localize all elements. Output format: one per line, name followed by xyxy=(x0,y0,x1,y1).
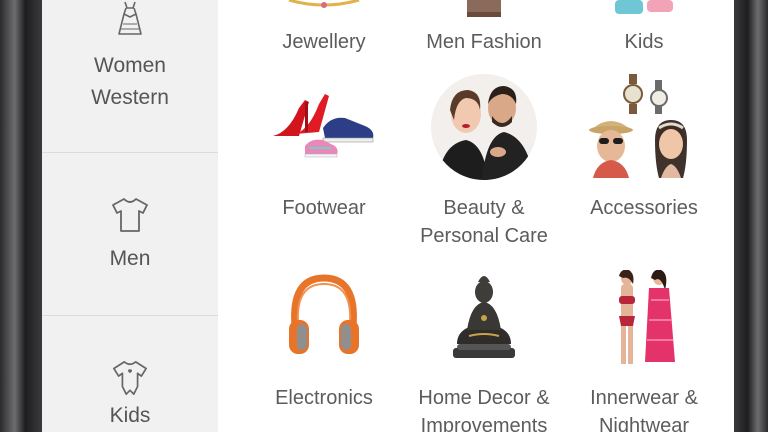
sidebar-item-label: Men xyxy=(109,247,151,270)
app-screen: Women Western Men Kids Jewellery Men Fas… xyxy=(42,0,734,432)
category-kids[interactable]: Kids xyxy=(558,0,730,60)
innerwear-image xyxy=(619,270,675,364)
category-label: Beauty & Personal Care xyxy=(420,197,548,247)
category-label: Kids xyxy=(624,31,664,53)
phone-bezel-left xyxy=(0,0,42,432)
onesie-icon xyxy=(113,361,147,395)
kids-image xyxy=(615,0,673,14)
category-label: Innerwear & Nightwear xyxy=(590,387,698,432)
category-home-decor[interactable]: Home Decor & Improvements xyxy=(398,270,570,432)
men-fashion-image xyxy=(467,0,501,17)
category-label: Accessories xyxy=(590,197,698,219)
headphones-image xyxy=(289,274,359,354)
sidebar-item-kids[interactable]: Kids xyxy=(42,316,218,432)
category-label: Men Fashion xyxy=(426,31,542,53)
footwear-image xyxy=(273,94,374,158)
sidebar-item-label: Kids xyxy=(109,404,151,427)
category-innerwear-nightwear[interactable]: Innerwear & Nightwear xyxy=(558,270,730,432)
phone-bezel-right xyxy=(734,0,768,432)
category-sidebar: Women Western Men Kids xyxy=(42,0,218,432)
tshirt-icon xyxy=(112,198,148,232)
category-beauty-personal-care[interactable]: Beauty & Personal Care xyxy=(398,74,570,254)
category-accessories[interactable]: Accessories xyxy=(558,74,730,224)
beauty-personal-care-image xyxy=(431,74,537,180)
jewellery-image xyxy=(288,0,360,8)
accessories-image xyxy=(589,74,687,178)
dress-icon xyxy=(118,1,142,35)
category-men-fashion[interactable]: Men Fashion xyxy=(398,0,570,60)
category-footwear[interactable]: Footwear xyxy=(238,80,410,230)
category-label: Electronics xyxy=(275,387,373,409)
buddha-statue-image xyxy=(453,276,515,358)
sidebar-item-label: Women Western xyxy=(91,54,169,109)
category-grid: Jewellery Men Fashion Kids Footwear Beau… xyxy=(218,0,734,432)
category-label: Jewellery xyxy=(282,31,366,53)
sidebar-item-men[interactable]: Men xyxy=(42,153,218,315)
category-label: Footwear xyxy=(282,197,366,219)
category-jewellery[interactable]: Jewellery xyxy=(238,0,410,60)
category-label: Home Decor & Improvements xyxy=(418,387,550,432)
sidebar-item-women-western[interactable]: Women Western xyxy=(42,0,218,152)
category-electronics[interactable]: Electronics xyxy=(238,270,410,432)
